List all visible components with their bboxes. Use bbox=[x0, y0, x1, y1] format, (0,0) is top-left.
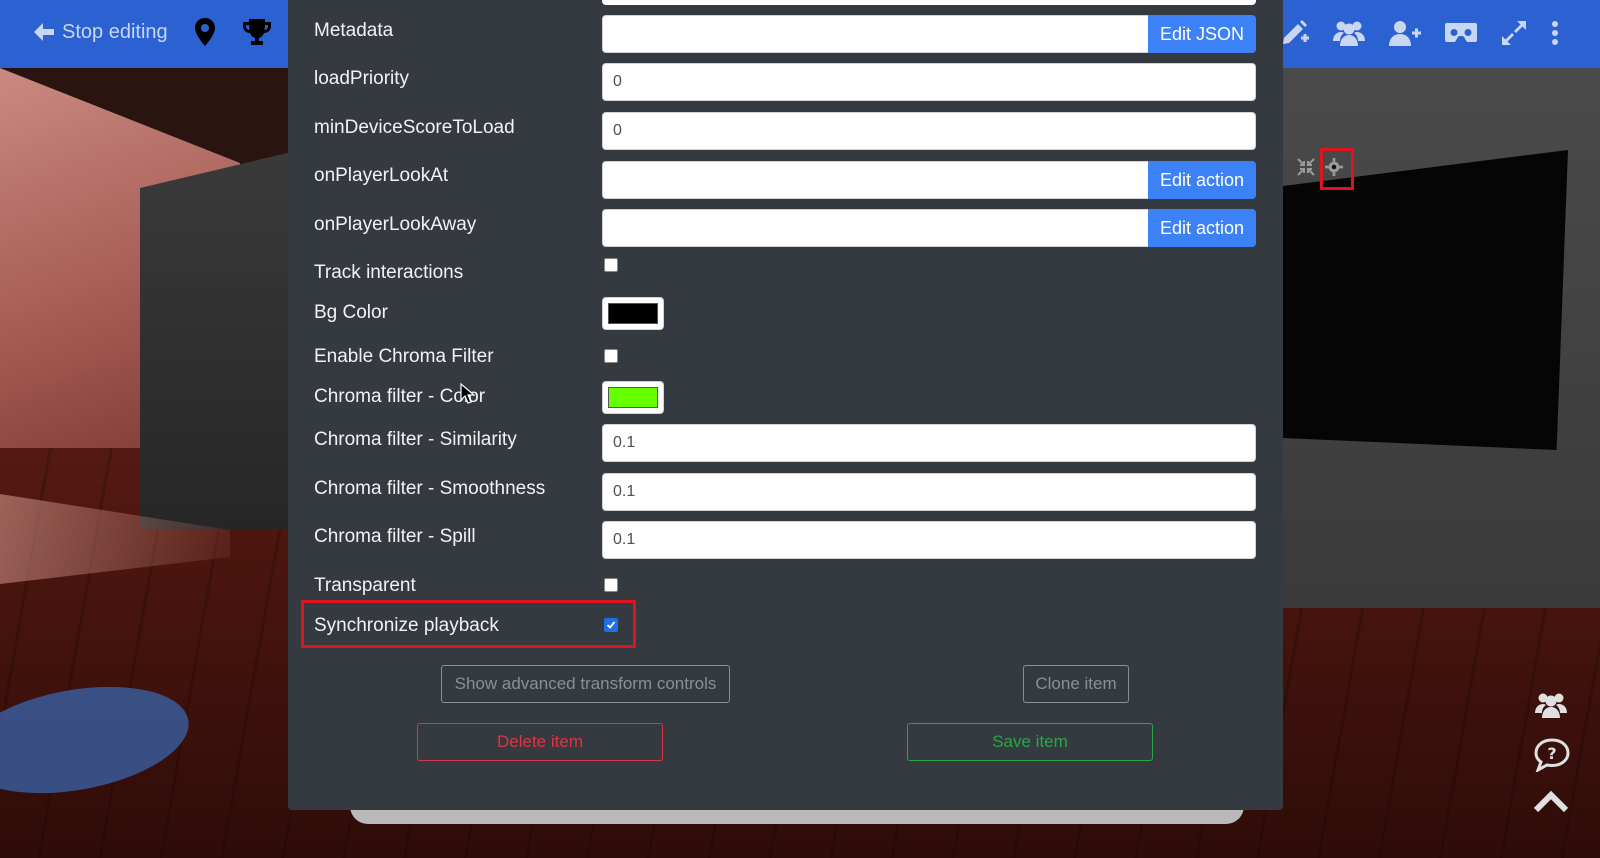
metadata-field-group: Edit JSON bbox=[602, 15, 1256, 53]
expand-icon[interactable] bbox=[1500, 19, 1528, 47]
gear-highlight-box bbox=[1320, 148, 1354, 190]
trophy-icon[interactable] bbox=[242, 18, 272, 46]
edit-plus-icon[interactable] bbox=[1282, 18, 1310, 48]
more-vertical-icon[interactable] bbox=[1550, 19, 1560, 47]
show-advanced-transform-button[interactable]: Show advanced transform controls bbox=[441, 665, 730, 703]
scene-wall-mid bbox=[140, 150, 300, 530]
track-interactions-checkbox[interactable] bbox=[604, 258, 618, 272]
user-plus-icon[interactable] bbox=[1388, 19, 1422, 47]
side-floating-icons: ? bbox=[1534, 690, 1570, 814]
track-interactions-label: Track interactions bbox=[314, 262, 464, 283]
scene-video-screen[interactable] bbox=[1283, 150, 1568, 450]
stop-editing-label: Stop editing bbox=[62, 20, 168, 43]
chroma-smoothness-label: Chroma filter - Smoothness bbox=[314, 478, 546, 499]
chroma-filter-color-picker[interactable] bbox=[602, 381, 664, 414]
load-priority-input[interactable]: 0 bbox=[602, 63, 1256, 101]
help-chat-icon[interactable]: ? bbox=[1534, 738, 1570, 772]
load-priority-label: loadPriority bbox=[314, 68, 410, 89]
compress-icon[interactable] bbox=[1297, 158, 1315, 176]
synchronize-playback-checkbox[interactable] bbox=[604, 618, 618, 632]
save-item-button[interactable]: Save item bbox=[907, 723, 1153, 761]
synchronize-playback-label: Synchronize playback bbox=[314, 615, 499, 636]
edit-look-at-action-button[interactable]: Edit action bbox=[1147, 161, 1256, 199]
chevron-up-icon[interactable] bbox=[1534, 790, 1568, 814]
metadata-input[interactable] bbox=[602, 15, 1148, 53]
edit-json-button[interactable]: Edit JSON bbox=[1147, 15, 1256, 53]
on-player-look-away-label: onPlayerLookAway bbox=[314, 214, 477, 235]
min-device-score-input[interactable]: 0 bbox=[602, 112, 1256, 150]
clone-item-button[interactable]: Clone item bbox=[1023, 665, 1129, 703]
vr-headset-icon[interactable] bbox=[1444, 20, 1478, 46]
chroma-smoothness-input[interactable]: 0.1 bbox=[602, 473, 1256, 511]
chroma-similarity-label: Chroma filter - Similarity bbox=[314, 429, 517, 450]
on-player-look-away-field-group: Edit action bbox=[602, 209, 1256, 247]
enable-chroma-filter-label: Enable Chroma Filter bbox=[314, 346, 494, 367]
arrow-left-icon bbox=[34, 23, 54, 41]
transparent-label: Transparent bbox=[314, 575, 416, 596]
on-player-look-at-field-group: Edit action bbox=[602, 161, 1256, 199]
svg-text:?: ? bbox=[1547, 744, 1556, 763]
delete-item-button[interactable]: Delete item bbox=[417, 723, 663, 761]
min-device-score-label: minDeviceScoreToLoad bbox=[314, 117, 515, 138]
chroma-spill-input[interactable]: 0.1 bbox=[602, 521, 1256, 559]
checkmark-icon bbox=[606, 621, 616, 629]
edit-look-away-action-button[interactable]: Edit action bbox=[1147, 209, 1256, 247]
users-icon[interactable] bbox=[1332, 19, 1366, 47]
bg-color-swatch bbox=[608, 303, 658, 324]
metadata-label: Metadata bbox=[314, 20, 394, 41]
enable-chroma-filter-checkbox[interactable] bbox=[604, 349, 618, 363]
chroma-filter-color-swatch bbox=[608, 387, 658, 408]
on-player-look-at-input[interactable] bbox=[602, 161, 1148, 199]
chroma-spill-label: Chroma filter - Spill bbox=[314, 526, 476, 547]
map-marker-icon[interactable] bbox=[194, 18, 216, 46]
chroma-similarity-input[interactable]: 0.1 bbox=[602, 424, 1256, 462]
bg-color-label: Bg Color bbox=[314, 302, 388, 323]
on-player-look-away-input[interactable] bbox=[602, 209, 1148, 247]
stop-editing-button[interactable]: Stop editing bbox=[32, 20, 168, 44]
transparent-checkbox[interactable] bbox=[604, 578, 618, 592]
users-icon[interactable] bbox=[1534, 690, 1568, 720]
previous-field-input-edge[interactable] bbox=[602, 0, 1256, 5]
mouse-cursor-icon bbox=[460, 383, 476, 404]
item-editor-panel: Metadata Edit JSON loadPriority 0 minDev… bbox=[288, 0, 1283, 810]
bg-color-picker[interactable] bbox=[602, 297, 664, 330]
on-player-look-at-label: onPlayerLookAt bbox=[314, 165, 449, 186]
